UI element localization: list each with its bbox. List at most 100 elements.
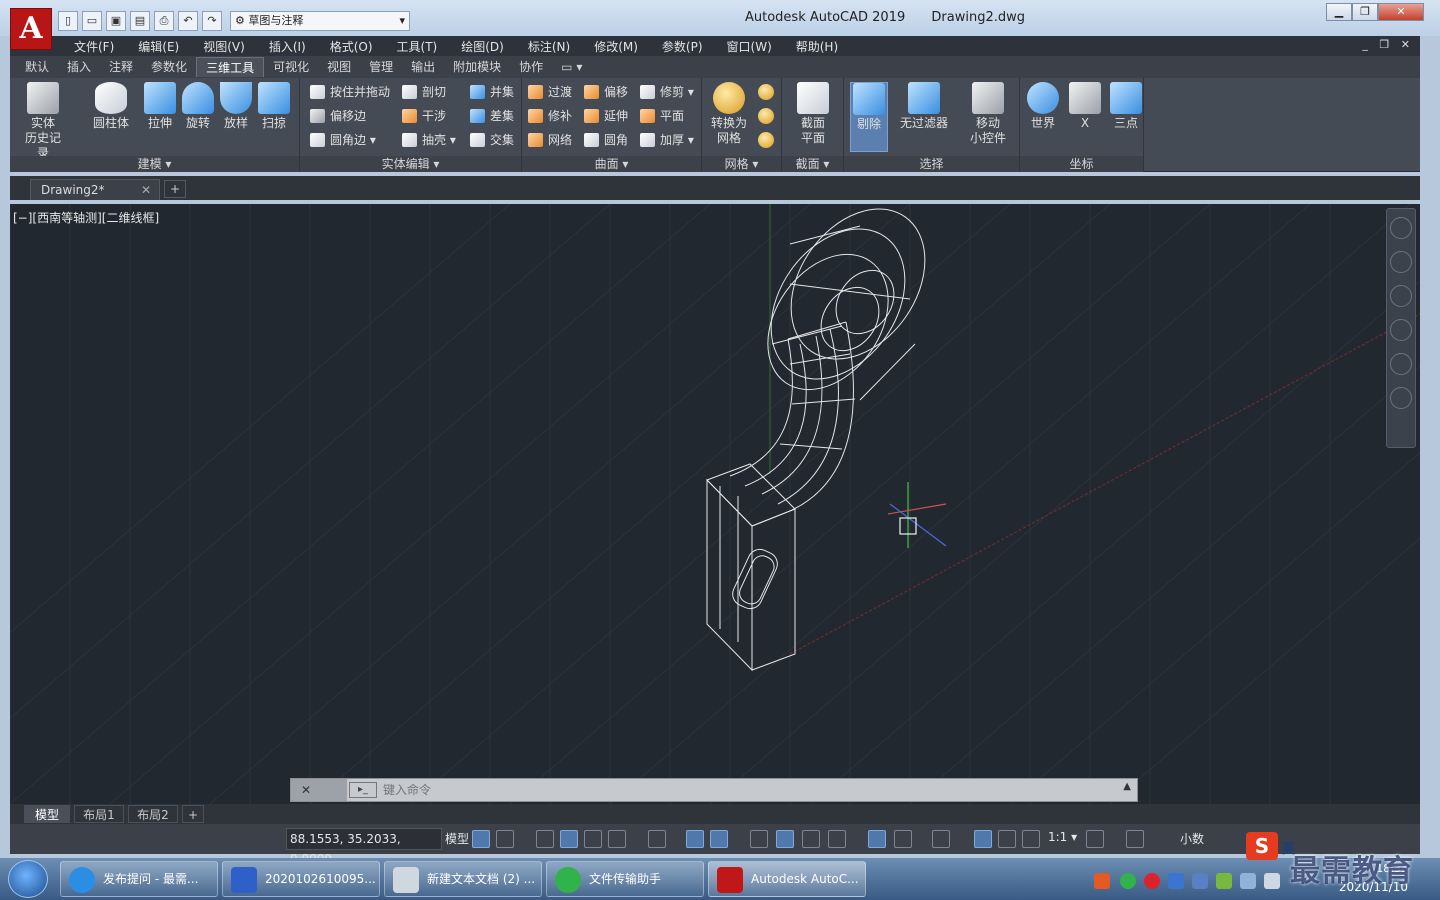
command-history-button[interactable]: ▲	[1123, 781, 1131, 792]
network-button[interactable]: 网络	[528, 130, 572, 150]
units-select[interactable]: 小数	[1160, 829, 1240, 849]
menu-window[interactable]: 窗口(W)	[715, 38, 784, 55]
mesh-refine-icon[interactable]	[758, 108, 774, 124]
tab-default[interactable]: 默认	[16, 57, 58, 77]
menu-modify[interactable]: 修改(M)	[582, 38, 650, 55]
save-as-icon[interactable]: ▤	[130, 11, 150, 31]
tab-manage[interactable]: 管理	[360, 57, 402, 77]
menu-parametric[interactable]: 参数(P)	[650, 38, 715, 55]
nvidia-icon[interactable]	[1216, 873, 1232, 889]
infer-constraints-icon[interactable]	[536, 830, 554, 848]
presspull-button[interactable]: 按住并拖动	[310, 82, 390, 102]
isodraft-icon[interactable]	[648, 830, 666, 848]
ucs-3point-button[interactable]: 三点	[1108, 82, 1144, 131]
extend-button[interactable]: 延伸	[584, 106, 628, 126]
grid-icon[interactable]	[472, 830, 490, 848]
start-button[interactable]	[8, 860, 48, 898]
tab-layout1[interactable]: 布局1	[74, 805, 124, 823]
panel-label-modeling[interactable]: 建模 ▾	[10, 156, 299, 172]
model-space-button[interactable]: 模型	[442, 828, 472, 850]
intersect-button[interactable]: 交集	[470, 130, 514, 150]
tab-output[interactable]: 输出	[402, 57, 444, 77]
menu-file[interactable]: 文件(F)	[62, 38, 126, 55]
tab-parametric[interactable]: 参数化	[142, 57, 196, 77]
planar-button[interactable]: 平面	[640, 106, 684, 126]
trim-button[interactable]: 修剪 ▾	[640, 82, 694, 102]
steering-wheel-icon[interactable]	[1390, 251, 1412, 273]
ucs-world-button[interactable]: 世界	[1024, 82, 1062, 131]
convert-to-mesh-button[interactable]: 转换为 网格	[706, 82, 752, 146]
annotation-monitor-icon[interactable]	[1126, 830, 1144, 848]
document-tab[interactable]: Drawing2* ✕	[30, 179, 160, 200]
tab-layout2[interactable]: 布局2	[128, 805, 178, 823]
panel-label-surface[interactable]: 曲面 ▾	[522, 156, 701, 172]
ribbon-display-toggle[interactable]: ▭ ▾	[552, 57, 591, 77]
annotation-visibility-icon[interactable]	[974, 830, 992, 848]
weibo-icon[interactable]	[1144, 873, 1160, 889]
security-shield-icon[interactable]	[1168, 873, 1184, 889]
offset-edge-button[interactable]: 偏移边	[310, 106, 366, 126]
viewcube-icon[interactable]	[1390, 217, 1412, 239]
surface-fillet-button[interactable]: 圆角	[584, 130, 628, 150]
taskbar-item-autocad[interactable]: Autodesk AutoC...	[708, 861, 866, 897]
tab-visualize[interactable]: 可视化	[264, 57, 318, 77]
menu-format[interactable]: 格式(O)	[318, 38, 385, 55]
solid-history-button[interactable]: 实体 历史记录	[20, 82, 66, 161]
close-icon[interactable]: ✕	[141, 180, 151, 200]
new-file-icon[interactable]: ▯	[58, 11, 78, 31]
tab-3d-tools[interactable]: 三维工具	[196, 57, 265, 77]
minimize-button[interactable]: ▁	[1326, 3, 1352, 21]
panel-label-mesh[interactable]: 网格 ▾	[702, 156, 781, 172]
tab-insert[interactable]: 插入	[58, 57, 100, 77]
viewport-controls-label[interactable]: [−][西南等轴测][二维线框]	[13, 209, 159, 226]
redo-icon[interactable]: ↷	[202, 11, 222, 31]
thicken-button[interactable]: 加厚 ▾	[640, 130, 694, 150]
lineweight-icon[interactable]	[750, 830, 768, 848]
annotation-scale-icon[interactable]	[1022, 830, 1040, 848]
cylinder-button[interactable]: 圆柱体	[88, 82, 134, 131]
object-snap-icon[interactable]	[710, 830, 728, 848]
union-button[interactable]: 并集	[470, 82, 514, 102]
command-input[interactable]	[383, 780, 1103, 800]
print-icon[interactable]: ⎙	[154, 11, 174, 31]
workspace-gear-icon[interactable]	[1086, 830, 1104, 848]
shell-button[interactable]: 抽壳 ▾	[402, 130, 456, 150]
orbit-icon[interactable]	[1390, 353, 1412, 375]
annotation-scale-select[interactable]: 1:1 ▾	[1048, 830, 1077, 844]
surface-offset-button[interactable]: 偏移	[584, 82, 628, 102]
transparency-icon[interactable]	[776, 830, 794, 848]
menu-dimension[interactable]: 标注(N)	[516, 38, 582, 55]
input-method-icon[interactable]	[1094, 873, 1110, 889]
network-tray-icon[interactable]	[1192, 873, 1208, 889]
panel-label-section[interactable]: 截面 ▾	[782, 156, 843, 172]
culling-button[interactable]: 剔除	[850, 82, 888, 152]
document-window-controls[interactable]: _ ❐ ✕	[1362, 38, 1414, 51]
snap-icon[interactable]	[496, 830, 514, 848]
new-tab-button[interactable]: +	[164, 180, 186, 198]
wechat-tray-icon[interactable]	[1120, 873, 1136, 889]
polar-tracking-icon[interactable]	[608, 830, 626, 848]
tab-annotate[interactable]: 注释	[100, 57, 142, 77]
restore-button[interactable]: ❐	[1352, 3, 1378, 21]
section-plane-button[interactable]: 截面 平面	[790, 82, 836, 146]
ortho-icon[interactable]	[584, 830, 602, 848]
subtract-button[interactable]: 差集	[470, 106, 514, 126]
open-file-icon[interactable]: ▭	[82, 11, 102, 31]
tab-view[interactable]: 视图	[318, 57, 360, 77]
drawing-viewport[interactable]: [−][西南等轴测][二维线框] ✕ 🔧 ▸_ ▲	[10, 204, 1420, 804]
auto-scale-icon[interactable]	[998, 830, 1016, 848]
move-gizmo-button[interactable]: 移动 小控件	[962, 82, 1014, 146]
close-button[interactable]: ✕	[1378, 3, 1424, 21]
blend-button[interactable]: 过渡	[528, 82, 572, 102]
save-icon[interactable]: ▣	[106, 11, 126, 31]
undo-icon[interactable]: ↶	[178, 11, 198, 31]
object-snap-tracking-icon[interactable]	[686, 830, 704, 848]
mesh-smooth-icon[interactable]	[758, 84, 774, 100]
menu-draw[interactable]: 绘图(D)	[449, 38, 516, 55]
interfere-button[interactable]: 干涉	[402, 106, 446, 126]
patch-button[interactable]: 修补	[528, 106, 572, 126]
tab-collaborate[interactable]: 协作	[510, 57, 552, 77]
taskbar-item-wechat[interactable]: 文件传输助手	[546, 861, 704, 897]
tab-addins[interactable]: 附加模块	[444, 57, 510, 77]
ucs-x-button[interactable]: X	[1066, 82, 1104, 131]
